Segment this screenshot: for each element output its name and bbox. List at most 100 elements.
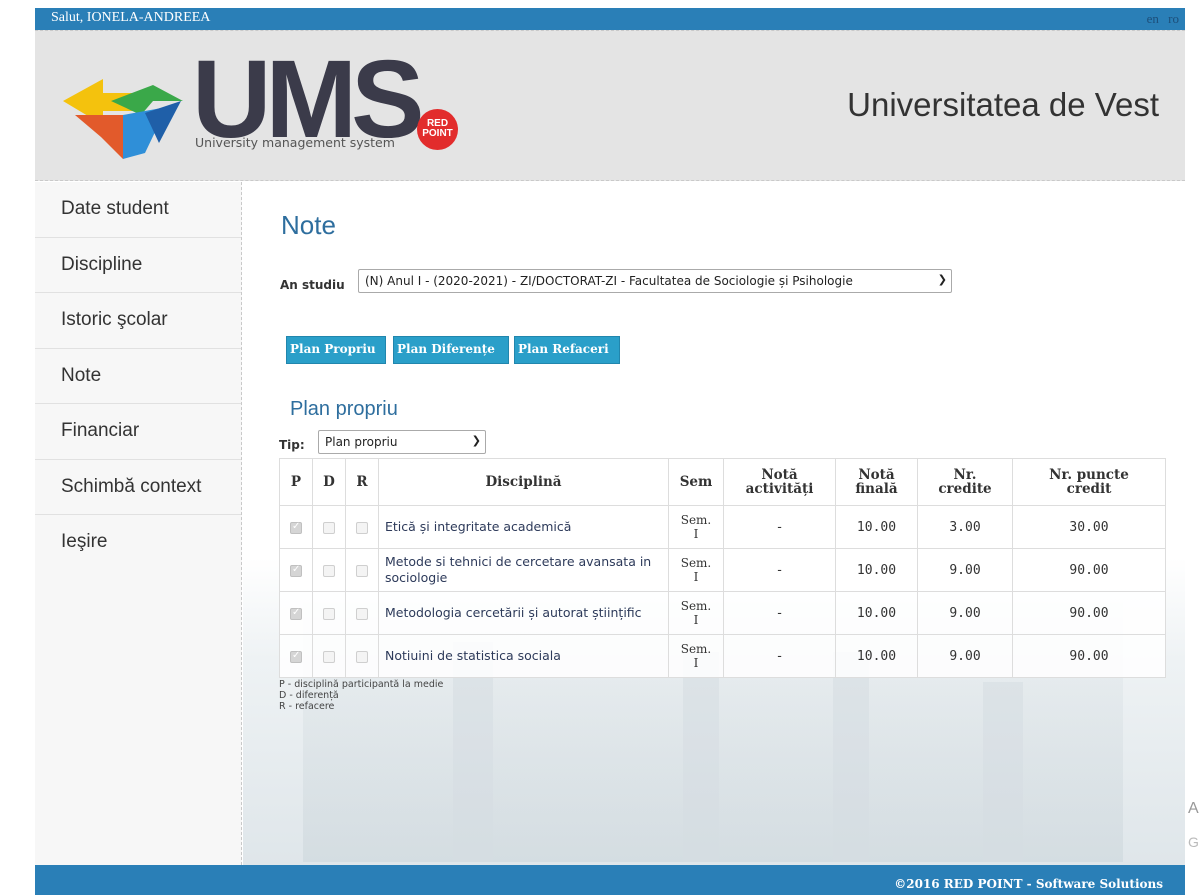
sidebar-item-iesire[interactable]: Ieşire	[35, 515, 241, 571]
background-column	[833, 652, 869, 862]
sem-text: Sem.	[680, 556, 712, 570]
header: UMS University management system RED POI…	[35, 30, 1185, 181]
university-name: Universitatea de Vest	[847, 86, 1159, 123]
background-column	[983, 682, 1023, 862]
cell-p	[279, 591, 313, 635]
legend-p: P - disciplină participantă la medie	[279, 679, 444, 690]
table-row: Metode si tehnici de cercetare avansata …	[279, 548, 1166, 592]
cell-nota-finala: 10.00	[835, 505, 918, 549]
tip-label: Tip:	[279, 438, 305, 452]
col-header-nota-finala: Notă finală	[835, 458, 918, 506]
an-studiu-label: An studiu	[280, 278, 345, 292]
edge-text-a: A	[1188, 800, 1199, 817]
cell-nr-credite: 9.00	[917, 548, 1013, 592]
cell-r	[345, 505, 379, 549]
d-checkbox[interactable]	[323, 650, 335, 663]
col-header-text: activități	[745, 481, 814, 497]
sidebar: Date student Discipline Istoric şcolar N…	[35, 182, 242, 865]
footer: ©2016 RED POINT - Software Solutions	[35, 865, 1185, 895]
cell-sem: Sem. I	[668, 548, 724, 592]
table-row: Notiuini de statistica sociala Sem.I - 1…	[279, 634, 1166, 678]
r-checkbox[interactable]	[356, 650, 368, 663]
cell-disciplina: Metodologia cercetării și autorat științ…	[378, 591, 669, 635]
r-checkbox[interactable]	[356, 521, 368, 534]
col-header-text: credit	[1066, 481, 1112, 497]
sidebar-item-istoric-scolar[interactable]: Istoric şcolar	[35, 293, 241, 349]
r-checkbox[interactable]	[356, 607, 368, 620]
edge-text-g: G	[1188, 834, 1199, 850]
d-checkbox[interactable]	[323, 521, 335, 534]
cell-nr-credite: 9.00	[917, 591, 1013, 635]
sem-number: I	[693, 656, 699, 670]
tip-select[interactable]: Plan propriu ❯	[318, 430, 486, 454]
table-row: Etică și integritate academică Sem.I - 1…	[279, 505, 1166, 549]
sidebar-item-financiar[interactable]: Financiar	[35, 404, 241, 460]
cell-p	[279, 634, 313, 678]
cell-nota-activitati: -	[723, 505, 836, 549]
sem-text: Sem.	[680, 513, 712, 527]
cell-nr-credite: 3.00	[917, 505, 1013, 549]
tip-value: Plan propriu	[325, 435, 398, 449]
sem-number: I	[693, 613, 699, 627]
background-column	[683, 652, 719, 862]
cell-nota-activitati: -	[723, 591, 836, 635]
cell-nr-credite: 9.00	[917, 634, 1013, 678]
sidebar-item-note[interactable]: Note	[35, 349, 241, 404]
cell-disciplina: Notiuini de statistica sociala	[378, 634, 669, 678]
cell-nota-finala: 10.00	[835, 634, 918, 678]
cell-sem: Sem. I	[668, 634, 724, 678]
cell-nota-finala: 10.00	[835, 591, 918, 635]
p-checkbox[interactable]	[290, 607, 302, 620]
col-header-p: P	[279, 458, 313, 506]
col-header-nr-credite: Nr. credite	[917, 458, 1013, 506]
language-switcher: en ro	[1141, 11, 1179, 27]
col-header-r: R	[345, 458, 379, 506]
table-legend: P - disciplină participantă la medie D -…	[279, 679, 443, 712]
chevron-down-icon: ❯	[937, 273, 947, 286]
cell-nr-puncte: 90.00	[1012, 634, 1166, 678]
plan-diferente-button[interactable]: Plan Diferențe	[393, 336, 509, 364]
legend-r: R - refacere	[279, 701, 335, 712]
plan-refaceri-button[interactable]: Plan Refaceri	[514, 336, 620, 364]
cell-disciplina: Metode si tehnici de cercetare avansata …	[378, 548, 669, 592]
chevron-down-icon: ❯	[471, 434, 481, 447]
logo-subtitle: University management system	[195, 135, 395, 150]
p-checkbox[interactable]	[290, 650, 302, 663]
cell-disciplina: Etică și integritate academică	[378, 505, 669, 549]
plan-propriu-button[interactable]: Plan Propriu	[286, 336, 386, 364]
cell-sem: Sem. I	[668, 591, 724, 635]
sem-text: Sem.	[680, 599, 712, 613]
sidebar-item-date-student[interactable]: Date student	[35, 182, 241, 238]
table-header-row: P D R Disciplină Sem Notă activități Not…	[279, 458, 1166, 506]
p-checkbox[interactable]	[290, 564, 302, 577]
cell-d	[312, 591, 346, 635]
lang-en-link[interactable]: en	[1147, 11, 1159, 26]
col-header-d: D	[312, 458, 346, 506]
d-checkbox[interactable]	[323, 607, 335, 620]
ums-logo-icon	[63, 71, 193, 165]
main-content: Note An studiu (N) Anul I - (2020-2021) …	[243, 182, 1185, 865]
an-studiu-select[interactable]: (N) Anul I - (2020-2021) - ZI/DOCTORAT-Z…	[358, 269, 952, 293]
sem-number: I	[693, 527, 699, 541]
cell-r	[345, 591, 379, 635]
lang-ro-link[interactable]: ro	[1168, 11, 1179, 26]
red-point-badge: RED POINT	[417, 109, 458, 150]
d-checkbox[interactable]	[323, 564, 335, 577]
sem-text: Sem.	[680, 642, 712, 656]
r-checkbox[interactable]	[356, 564, 368, 577]
cell-nota-activitati: -	[723, 548, 836, 592]
section-title: Plan propriu	[290, 398, 398, 420]
page-title: Note	[281, 210, 336, 240]
cell-nota-finala: 10.00	[835, 548, 918, 592]
an-studiu-value: (N) Anul I - (2020-2021) - ZI/DOCTORAT-Z…	[365, 274, 853, 288]
grades-table: P D R Disciplină Sem Notă activități Not…	[279, 458, 1166, 678]
col-header-disciplina: Disciplină	[378, 458, 669, 506]
legend-d: D - diferență	[279, 690, 339, 701]
col-header-text: finală	[855, 481, 898, 497]
table-row: Metodologia cercetării și autorat științ…	[279, 591, 1166, 635]
sidebar-item-schimba-context[interactable]: Schimbă context	[35, 460, 241, 515]
col-header-text: credite	[938, 481, 992, 497]
p-checkbox[interactable]	[290, 521, 302, 534]
cell-nr-puncte: 90.00	[1012, 548, 1166, 592]
sidebar-item-discipline[interactable]: Discipline	[35, 238, 241, 293]
